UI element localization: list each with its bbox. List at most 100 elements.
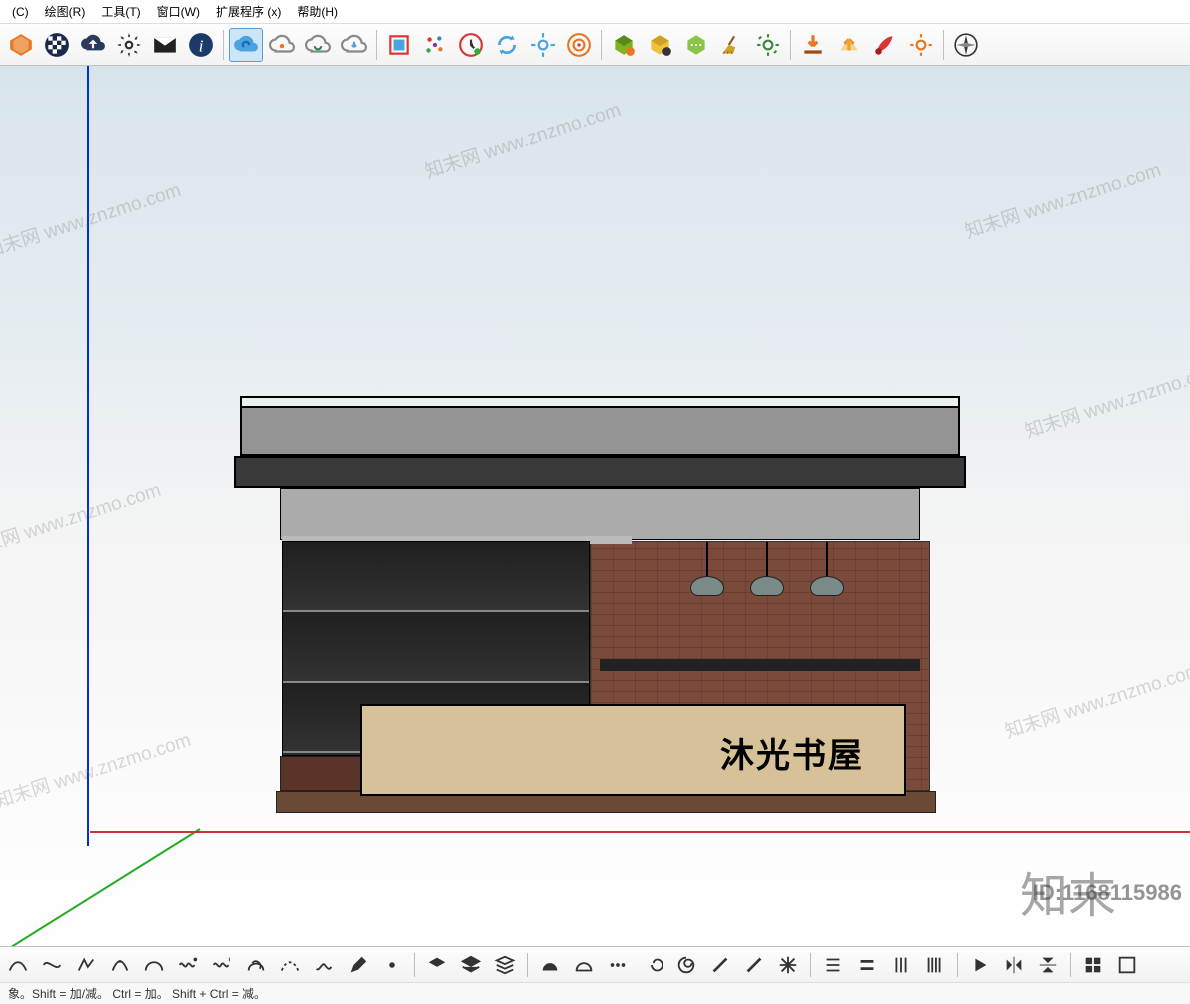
3d-viewport[interactable]: 沐光书屋 知末网 www.znzmo.com 知末网 www.znzmo.com…: [0, 66, 1190, 946]
parallel-2-icon[interactable]: [853, 951, 881, 979]
sync-icon[interactable]: [490, 28, 524, 62]
axis-z-blue: [87, 66, 89, 846]
front-counter: 沐光书屋: [360, 704, 906, 796]
toolbar-separator: [943, 30, 944, 60]
scatter-icon[interactable]: [418, 28, 452, 62]
svg-text:i: i: [199, 36, 204, 55]
swirl2-tool-icon[interactable]: [672, 951, 700, 979]
roof-slab: [240, 406, 960, 456]
arc-tool-2-icon[interactable]: [106, 951, 134, 979]
box-dots-icon[interactable]: [679, 28, 713, 62]
parallel-1-icon[interactable]: [819, 951, 847, 979]
download-orange-icon[interactable]: [796, 28, 830, 62]
watermark: 知末网 www.znzmo.com: [0, 175, 184, 264]
dash-tool-icon[interactable]: [276, 951, 304, 979]
toolbar-separator: [810, 953, 811, 977]
sketchup-logo-icon[interactable]: [4, 28, 38, 62]
arc-tool-3-icon[interactable]: [140, 951, 168, 979]
menu-window[interactable]: 窗口(W): [149, 1, 208, 22]
envelope-icon[interactable]: [148, 28, 182, 62]
upper-concrete-band: [280, 488, 920, 540]
squiggle-tool-icon[interactable]: [174, 951, 202, 979]
broom-icon[interactable]: [715, 28, 749, 62]
cloud-sync-icon[interactable]: [229, 28, 263, 62]
bars-icon[interactable]: [921, 951, 949, 979]
play-icon[interactable]: [966, 951, 994, 979]
box-yellow-icon[interactable]: [643, 28, 677, 62]
box-green-icon[interactable]: [607, 28, 641, 62]
layer-2-icon[interactable]: [457, 951, 485, 979]
layer-3-icon[interactable]: [491, 951, 519, 979]
watermark: 知末网 www.znzmo.com: [1021, 355, 1190, 444]
settings-gear-icon[interactable]: [112, 28, 146, 62]
compass-icon[interactable]: [949, 28, 983, 62]
toolbar-separator: [414, 953, 415, 977]
toolbar-separator: [790, 30, 791, 60]
building-model[interactable]: 沐光书屋: [230, 396, 970, 836]
pendant-light-2: [750, 542, 784, 602]
status-text: 象。Shift = 加/减。 Ctrl = 加。 Shift + Ctrl = …: [8, 985, 266, 1002]
bottom-toolbar: [0, 946, 1190, 982]
menu-camera[interactable]: (C): [4, 3, 37, 21]
pendant-light-1: [690, 542, 724, 602]
point-tool-icon[interactable]: [378, 951, 406, 979]
parallel-3-icon[interactable]: [887, 951, 915, 979]
gear2-icon[interactable]: [526, 28, 560, 62]
box-tool-icon[interactable]: [1113, 951, 1141, 979]
watermark: 知末网 www.znzmo.com: [421, 95, 624, 184]
pendant-light-3: [810, 542, 844, 602]
triangle-a-icon[interactable]: [536, 951, 564, 979]
checker-icon[interactable]: [40, 28, 74, 62]
slash-tool-icon[interactable]: [740, 951, 768, 979]
layer-1-icon[interactable]: [423, 951, 451, 979]
cloud-link-icon[interactable]: [265, 28, 299, 62]
grid-tool-icon[interactable]: [1079, 951, 1107, 979]
curve-tool-2-icon[interactable]: [38, 951, 66, 979]
cloud-upload-icon[interactable]: [76, 28, 110, 62]
toolbar-separator: [957, 953, 958, 977]
watermark: 知末网 www.znzmo.com: [961, 155, 1164, 244]
toolbar-separator: [223, 30, 224, 60]
mirror-v-icon[interactable]: [1034, 951, 1062, 979]
arc-tool-1-icon[interactable]: [72, 951, 100, 979]
top-toolbar: i: [0, 24, 1190, 66]
dots-tool-icon[interactable]: [604, 951, 632, 979]
zigzag-tool-icon[interactable]: [208, 951, 236, 979]
menu-help[interactable]: 帮助(H): [289, 1, 346, 22]
watermark: 知末网 www.znzmo.com: [0, 725, 194, 814]
freehand-tool-icon[interactable]: [310, 951, 338, 979]
toolbar-separator: [527, 953, 528, 977]
menu-draw[interactable]: 绘图(R): [37, 1, 94, 22]
shop-sign-text: 沐光书屋: [720, 728, 864, 777]
paint-icon[interactable]: [868, 28, 902, 62]
pen-tool-icon[interactable]: [344, 951, 372, 979]
axis-y-green: [0, 828, 201, 946]
menu-extensions[interactable]: 扩展程序 (x): [208, 1, 289, 22]
gear4-icon[interactable]: [904, 28, 938, 62]
info-icon[interactable]: i: [184, 28, 218, 62]
gear3-icon[interactable]: [751, 28, 785, 62]
cloud-refresh-icon[interactable]: [301, 28, 335, 62]
watermark: 知末网 www.znzmo.com: [1001, 655, 1190, 744]
curve-tool-1-icon[interactable]: [4, 951, 32, 979]
toolbar-separator: [376, 30, 377, 60]
bar-countertop: [600, 659, 920, 671]
roof-fascia: [234, 456, 966, 488]
stroke-tool-icon[interactable]: [706, 951, 734, 979]
upload-orange-icon[interactable]: [832, 28, 866, 62]
target-icon[interactable]: [562, 28, 596, 62]
mirror-h-icon[interactable]: [1000, 951, 1028, 979]
triangle-b-icon[interactable]: [570, 951, 598, 979]
burst-tool-icon[interactable]: [774, 951, 802, 979]
menu-bar: (C) 绘图(R) 工具(T) 窗口(W) 扩展程序 (x) 帮助(H): [0, 0, 1190, 24]
menu-tools[interactable]: 工具(T): [93, 1, 148, 22]
toolbar-separator: [601, 30, 602, 60]
crop-icon[interactable]: [382, 28, 416, 62]
cloud-download-icon[interactable]: [337, 28, 371, 62]
watermark-id: ID:1168115986: [1033, 880, 1182, 906]
status-bar: 象。Shift = 加/减。 Ctrl = 加。 Shift + Ctrl = …: [0, 982, 1190, 1004]
swirl-tool-icon[interactable]: [638, 951, 666, 979]
clock-icon[interactable]: [454, 28, 488, 62]
watermark: 知末网 www.znzmo.com: [0, 475, 164, 564]
loop-tool-icon[interactable]: [242, 951, 270, 979]
